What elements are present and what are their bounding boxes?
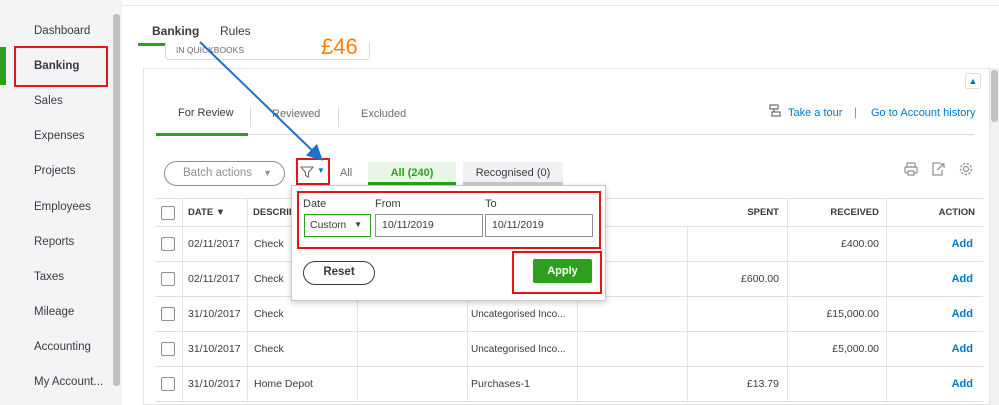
tab-divider [338,107,339,127]
row-date: 31/10/2017 [188,308,241,320]
sidebar-item-projects[interactable]: Projects [34,165,76,177]
row-received: £400.00 [841,238,879,250]
tour-icon [769,104,781,117]
header-spent[interactable]: SPENT [695,199,779,226]
row-category: Uncategorised Inco... [471,308,566,320]
reset-button[interactable]: Reset [303,261,375,285]
account-history-link[interactable]: Go to Account history [871,107,976,119]
row-received: £5,000.00 [832,343,879,355]
print-icon[interactable] [903,161,919,177]
chip-recognised[interactable]: Recognised (0) [463,162,563,185]
link-separator: | [854,105,858,119]
sidebar-item-my-account[interactable]: My Account... [34,376,103,388]
row-spent [695,297,779,331]
row-spent: £600.00 [741,273,779,285]
row-checkbox[interactable] [161,262,175,296]
sidebar-item-employees[interactable]: Employees [34,201,91,213]
review-tab-underline [156,133,248,136]
row-date: 02/11/2017 [188,238,240,250]
tab-rules[interactable]: Rules [220,24,251,38]
collapse-chevron-up-icon[interactable]: ▲ [965,73,981,89]
table-row[interactable]: 31/10/2017 Check Uncategorised Inco... £… [155,297,983,332]
filter-highlight-box [296,158,330,185]
sidebar-item-dashboard[interactable]: Dashboard [34,25,90,37]
tab-for-review[interactable]: For Review [178,107,234,119]
banking-highlight-box [14,46,108,87]
row-description: Check [254,273,284,285]
row-checkbox[interactable] [161,367,175,401]
scrollbar-thumb[interactable] [991,70,998,122]
tab-divider [250,107,251,127]
row-spent [695,227,779,261]
page-scrollbar[interactable] [990,68,999,405]
row-add-link[interactable]: Add [895,262,973,296]
header-description[interactable]: DESCRIPTION [253,199,291,226]
sidebar-item-reports[interactable]: Reports [34,236,74,248]
card-label: IN QUICKBOOKS [176,45,245,55]
header-received[interactable]: RECEIVED [795,199,879,226]
row-date: 02/11/2017 [188,273,240,285]
row-add-link[interactable]: Add [895,297,973,331]
top-guide [0,0,999,6]
row-add-link[interactable]: Add [895,367,973,401]
gear-icon[interactable] [958,161,974,177]
caret-down-icon: ▼ [263,168,272,178]
quickbooks-balance-card: IN QUICKBOOKS £46 [165,34,370,60]
row-add-link[interactable]: Add [895,227,973,261]
sidebar-item-mileage[interactable]: Mileage [34,306,74,318]
row-description: Check [254,343,284,355]
row-spent: £13.79 [746,378,779,390]
row-received [795,367,879,401]
header-action: ACTION [938,207,975,218]
row-received [795,262,879,296]
sidebar-item-taxes[interactable]: Taxes [34,271,64,283]
row-date: 31/10/2017 [188,343,241,355]
filter-all-label: All [340,167,353,179]
tab-reviewed[interactable]: Reviewed [272,108,320,120]
row-checkbox[interactable] [161,297,175,331]
row-category: Purchases-1 [471,378,530,390]
row-add-link[interactable]: Add [895,332,973,366]
batch-actions-button[interactable]: Batch actions ▼ [164,161,285,186]
table-row[interactable]: 31/10/2017 Home Depot Purchases-1 £13.79… [155,367,983,402]
select-all-checkbox[interactable] [161,199,175,226]
review-tabs: For Review Reviewed Excluded [156,107,974,136]
row-date: 31/10/2017 [188,378,241,390]
chip-all[interactable]: All (240) [368,162,456,185]
row-checkbox[interactable] [161,332,175,366]
apply-highlight-box [512,251,602,294]
table-row[interactable]: 31/10/2017 Check Uncategorised Inco... £… [155,332,983,367]
row-spent [695,332,779,366]
row-received: £15,000.00 [826,308,879,320]
tab-banking[interactable]: Banking [152,24,199,38]
header-date[interactable]: DATE ▼ [188,199,225,226]
batch-actions-label: Batch actions [183,167,253,179]
card-amount: £46 [321,34,358,59]
sidebar-item-sales[interactable]: Sales [34,95,63,107]
date-highlight-box [297,191,601,249]
sidebar-item-expenses[interactable]: Expenses [34,130,85,142]
tab-excluded[interactable]: Excluded [361,108,406,120]
row-checkbox[interactable] [161,227,175,261]
row-category: Uncategorised Inco... [471,343,566,355]
sidebar-scrollbar[interactable] [113,14,120,386]
sidebar-active-indicator [0,47,6,85]
take-a-tour-link[interactable]: Take a tour [788,107,842,119]
sidebar-item-accounting[interactable]: Accounting [34,341,91,353]
export-icon[interactable] [930,161,946,177]
row-description: Home Depot [254,378,313,390]
row-description: Check [254,308,284,320]
row-description: Check [254,238,284,250]
